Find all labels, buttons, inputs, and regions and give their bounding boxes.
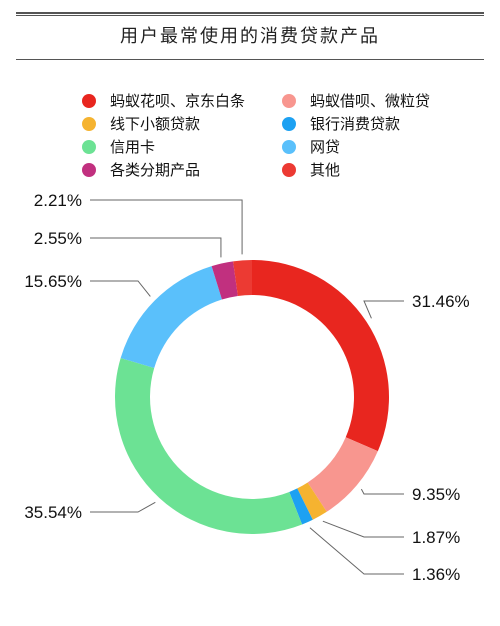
data-label: 1.36% xyxy=(412,565,460,584)
leader-line xyxy=(90,280,151,297)
donut-slice xyxy=(115,358,303,535)
donut-chart: 31.46% 9.35% 1.87% 1.36% 35.54% 15.65% 2.55% 2.… xyxy=(24,191,470,584)
data-label: 1.87% xyxy=(412,528,460,547)
donut-slice xyxy=(252,260,389,452)
data-label: 2.21% xyxy=(34,191,82,210)
leader-line xyxy=(360,488,404,495)
data-label: 35.54% xyxy=(24,503,82,522)
data-label: 9.35% xyxy=(412,485,460,504)
data-label: 31.46% xyxy=(412,292,470,311)
leader-line xyxy=(363,300,404,319)
leader-line xyxy=(90,501,156,513)
leader-line xyxy=(90,237,222,258)
data-label: 15.65% xyxy=(24,272,82,291)
data-label: 2.55% xyxy=(34,229,82,248)
leader-line xyxy=(322,520,404,538)
leader-line xyxy=(90,199,243,255)
